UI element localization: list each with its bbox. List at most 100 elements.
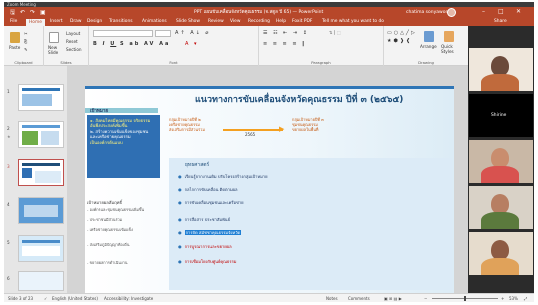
zoom-out-icon[interactable]: −: [424, 296, 427, 301]
language-status[interactable]: English (United States): [52, 296, 98, 301]
slide-editor[interactable]: แนวทางการขับเคลื่อนจังหวัดคุณธรรม ปีที่ …: [67, 66, 468, 293]
new-slide-icon[interactable]: [49, 32, 59, 43]
tab-transitions[interactable]: Transitions: [109, 19, 133, 25]
zoom-slider-thumb[interactable]: [464, 296, 466, 301]
layout-button[interactable]: Layout: [66, 31, 80, 36]
share-button[interactable]: Share: [494, 19, 507, 25]
shapes-gallery[interactable]: ▭○△╱▷: [387, 30, 417, 36]
strategy-item: ● การจัด สมัชชาคุณธรรมจังหวัด: [178, 230, 242, 235]
zoom-level[interactable]: 53%: [509, 296, 518, 301]
participant-video[interactable]: [469, 232, 533, 275]
font-family-select[interactable]: [93, 30, 153, 37]
tab-recording[interactable]: Recording: [248, 19, 270, 25]
target-box-left[interactable]: กลุ่มเป้าหมายปีที่ ๒ เครือข่ายคุณธรรม ส่…: [167, 115, 227, 147]
format-painter-icon[interactable]: ✎: [24, 47, 28, 52]
paste-button[interactable]: Paste: [9, 45, 20, 50]
participant-video[interactable]: [469, 140, 533, 183]
tab-slide-show[interactable]: Slide Show: [176, 19, 200, 25]
user-avatar[interactable]: [447, 8, 456, 17]
quick-styles-icon[interactable]: [444, 31, 454, 42]
list-buttons[interactable]: ☰ ☷ ⇤ ⇥ ↕: [263, 30, 309, 36]
user-name[interactable]: chatima sonyawong: [406, 9, 451, 16]
slide-thumbnail-5[interactable]: [18, 235, 64, 262]
participant-head: [491, 56, 509, 76]
slide-thumbnail-pane[interactable]: 1 2 ★ 3 4 5 6: [4, 66, 67, 293]
maximize-icon[interactable]: □: [498, 8, 504, 16]
participant-video-off[interactable]: Shirine: [469, 94, 533, 137]
slide-number: 1: [7, 89, 10, 94]
arrange-icon[interactable]: [424, 31, 434, 42]
normal-view-icon[interactable]: ▣ ⊞ ▤ ▶: [384, 296, 402, 301]
spellcheck-icon[interactable]: ✓: [44, 296, 47, 301]
participant-video[interactable]: [469, 48, 533, 91]
slide-number: 3: [7, 164, 10, 169]
font-size-select[interactable]: [155, 30, 171, 37]
tell-me-search[interactable]: Tell me what you want to do: [322, 19, 384, 25]
tab-design[interactable]: Design: [87, 19, 102, 25]
cut-icon[interactable]: ✂: [24, 31, 28, 36]
goal-heading[interactable]: เป้าหมายผลสัมฤทธิ์: [87, 199, 122, 206]
slide-title[interactable]: แนวทางการขับเคลื่อนจังหวัดคุณธรรม ปีที่ …: [195, 92, 403, 106]
close-icon[interactable]: ✕: [516, 8, 521, 16]
document-title: PPT แผนขับเคลื่อนจังหวัดคุณธรรม (จ.สตูล …: [194, 10, 324, 15]
tab-foxit-pdf[interactable]: Foxit PDF: [292, 19, 312, 25]
font-style-buttons[interactable]: B I U S ab AV Aa: [93, 41, 170, 47]
slide-thumbnail-2[interactable]: [18, 121, 64, 148]
minimize-icon[interactable]: –: [482, 8, 485, 16]
vision-line: เป็นองค์กรต้นแบบ: [90, 139, 123, 145]
text-direction-button[interactable]: ⇅ ⫿ ⬚: [329, 30, 379, 35]
slide-thumbnail-3-selected[interactable]: [18, 159, 64, 186]
reset-button[interactable]: Reset: [66, 39, 78, 44]
comments-button[interactable]: Comments: [348, 296, 370, 301]
font-color-button[interactable]: A ▾: [185, 41, 199, 47]
vision-label[interactable]: เป้าหมาย: [90, 107, 108, 114]
tab-animations[interactable]: Animations: [142, 19, 167, 25]
goal-line: - ประชาชนมีส่วนร่วม: [87, 217, 123, 222]
notes-button[interactable]: Notes: [326, 296, 338, 301]
drawing-group: ▭○△╱▷ ★⬢❱❰ Arrange Quick Styles Drawing: [384, 26, 468, 66]
zoom-in-icon[interactable]: +: [501, 296, 504, 301]
undo-icon[interactable]: ↶: [20, 9, 25, 16]
redo-icon[interactable]: ↷: [30, 9, 35, 16]
fit-slide-icon[interactable]: ⤢: [524, 296, 527, 301]
strategy-item: ● การบูรณาการและขยายผล: [178, 244, 232, 249]
tab-insert[interactable]: Insert: [50, 19, 63, 25]
new-slide-button[interactable]: New Slide: [48, 45, 62, 55]
tab-help[interactable]: Help: [276, 19, 286, 25]
year-label: 2565: [245, 132, 256, 137]
arrange-button[interactable]: Arrange: [420, 44, 437, 49]
slide-counter: Slide 3 of 23: [8, 296, 34, 301]
title-bar: 🖫 ↶ ↷ ▣ PPT แผนขับเคลื่อนจังหวัดคุณธรรม …: [4, 7, 534, 18]
strategy-heading: ยุทธศาสตร์: [185, 162, 210, 168]
save-icon[interactable]: 🖫: [10, 9, 15, 16]
strategy-item: ● กลไกการขับเคลื่อน ติดตามผล: [178, 187, 238, 192]
tab-draw[interactable]: Draw: [70, 19, 81, 25]
accessibility-status[interactable]: Accessibility: Investigate: [104, 296, 153, 301]
slide-thumbnail-4[interactable]: [18, 197, 64, 224]
target-box-right[interactable]: กลุ่มเป้าหมายปีที่ ๓ ชุมชนคุณธรรม ขยายผล…: [290, 115, 450, 147]
tab-review[interactable]: Review: [208, 19, 224, 25]
slide-number: 4: [7, 202, 10, 207]
tab-view[interactable]: View: [230, 19, 240, 25]
quick-styles-button[interactable]: Quick Styles: [441, 44, 459, 54]
vision-box[interactable]: ๑. สังคมไทยมีคุณธรรม จริยธรรม อันพึงประส…: [87, 115, 160, 178]
tab-home[interactable]: Home: [26, 19, 45, 26]
slide-thumbnail-6[interactable]: [18, 271, 64, 291]
slide-number: 5: [7, 240, 10, 245]
shapes-gallery-row2[interactable]: ★⬢❱❰: [387, 38, 412, 44]
copy-icon[interactable]: ⎘: [24, 39, 27, 44]
slide-thumbnail-1[interactable]: [18, 84, 64, 111]
paste-icon[interactable]: [10, 32, 20, 43]
clipboard-group: Paste ✂ ⎘ ✎ Clipboard: [4, 26, 44, 66]
section-button[interactable]: Section: [66, 47, 82, 52]
present-icon[interactable]: ▣: [40, 9, 46, 16]
goal-line: - องค์กรและชุมชนคุณธรรมเพิ่มขึ้น: [87, 207, 145, 212]
participant-video[interactable]: [469, 186, 533, 229]
slide-canvas[interactable]: แนวทางการขับเคลื่อนจังหวัดคุณธรรม ปีที่ …: [85, 86, 454, 293]
strategy-item: ● การเชื่อมโยงกับศูนย์คุณธรรม: [178, 259, 237, 264]
font-size-controls[interactable]: A↑ A↓ ⌀: [175, 30, 210, 36]
tab-file[interactable]: File: [10, 19, 17, 25]
strategy-text: การเชื่อมโยงกับศูนย์คุณธรรม: [184, 259, 237, 264]
alignment-buttons[interactable]: ≡ ≡ ≡ ≡ ‖: [263, 41, 307, 47]
slides-label: Slides: [60, 60, 72, 65]
